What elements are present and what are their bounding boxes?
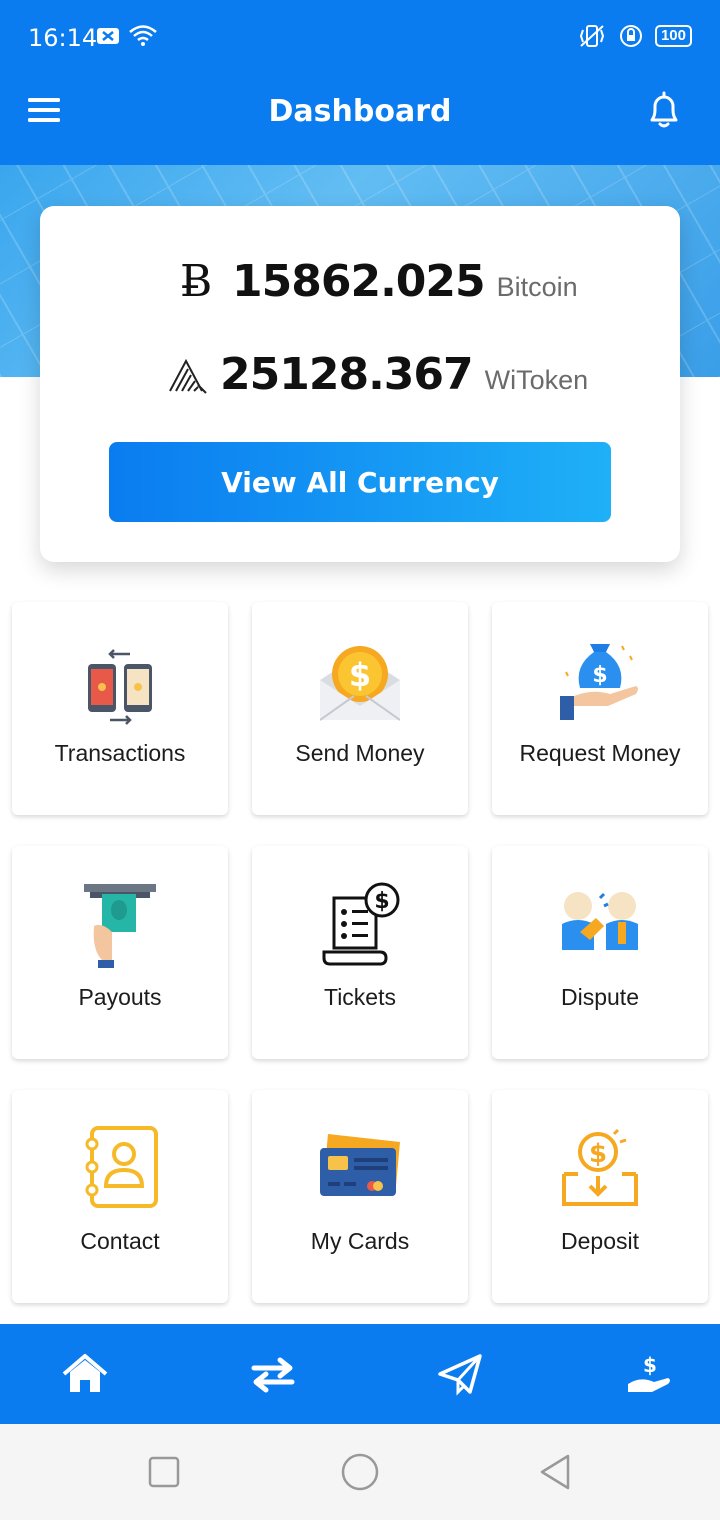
bitcoin-b-icon: Ƀ xyxy=(180,256,213,307)
status-bar: 16:14 100 xyxy=(0,0,720,72)
balance-unit: WiToken xyxy=(484,365,589,395)
balance-value: 25128.367 xyxy=(220,349,474,400)
svg-text:$: $ xyxy=(643,1353,657,1377)
home-icon[interactable] xyxy=(60,1352,110,1396)
page-title: Dashboard xyxy=(268,94,452,129)
transfer-icon[interactable] xyxy=(248,1352,298,1396)
request-icon[interactable]: $ xyxy=(624,1352,674,1396)
view-all-currency-button[interactable]: View All Currency xyxy=(109,442,611,522)
dispute-icon xyxy=(562,892,638,950)
witoken-icon xyxy=(169,358,207,394)
app-bar: Dashboard xyxy=(0,72,720,165)
tile-label: Contact xyxy=(80,1228,160,1254)
vibrate-icon xyxy=(579,25,605,47)
contact-icon xyxy=(85,1126,158,1208)
send-icon[interactable] xyxy=(436,1352,486,1396)
recents-icon[interactable] xyxy=(144,1452,184,1492)
balance-row-bitcoin: Ƀ 15862.025 Bitcoin xyxy=(180,256,578,307)
tile-send-money[interactable]: $ Send Money xyxy=(252,602,468,815)
tile-transactions[interactable]: Transactions xyxy=(12,602,228,815)
tile-label: Request Money xyxy=(519,740,681,766)
deposit-icon: $ xyxy=(562,1128,638,1206)
svg-text:$: $ xyxy=(374,889,389,914)
tile-tickets[interactable]: $ Tickets xyxy=(252,846,468,1059)
tile-label: Tickets xyxy=(324,984,396,1010)
svg-text:$: $ xyxy=(349,656,371,694)
tile-label: Deposit xyxy=(561,1228,639,1254)
tile-label: Send Money xyxy=(295,740,425,766)
payouts-icon xyxy=(84,884,156,968)
battery-indicator: 100 xyxy=(654,25,692,47)
tile-deposit[interactable]: $ Deposit xyxy=(492,1090,708,1303)
lock-rotation-icon xyxy=(619,25,642,47)
transactions-icon xyxy=(88,649,152,725)
my-cards-icon xyxy=(320,1134,400,1196)
balance-card: Ƀ 15862.025 Bitcoin 25128.367 WiToken Vi… xyxy=(40,206,680,562)
sim-icon xyxy=(97,28,119,44)
wifi-icon xyxy=(129,25,157,46)
balance-value: 15862.025 xyxy=(232,256,486,307)
tile-payouts[interactable]: Payouts xyxy=(12,846,228,1059)
back-icon[interactable] xyxy=(536,1452,576,1492)
balance-unit: Bitcoin xyxy=(496,272,578,302)
svg-text:$: $ xyxy=(589,1139,607,1169)
balance-row-witoken: 25128.367 WiToken xyxy=(168,349,588,400)
request-money-icon: $ xyxy=(560,644,638,720)
send-money-icon: $ xyxy=(320,646,400,721)
tile-request-money[interactable]: $ Request Money xyxy=(492,602,708,815)
tickets-icon: $ xyxy=(322,882,400,966)
bottom-nav: $ xyxy=(0,1324,720,1424)
tile-label: Payouts xyxy=(78,984,162,1010)
system-nav-bar xyxy=(0,1424,720,1520)
tile-label: My Cards xyxy=(310,1228,410,1254)
bell-icon[interactable] xyxy=(646,90,682,130)
tile-label: Transactions xyxy=(54,740,186,766)
home-circle-icon[interactable] xyxy=(340,1452,380,1492)
tile-my-cards[interactable]: My Cards xyxy=(252,1090,468,1303)
status-time: 16:14 xyxy=(28,24,98,52)
tile-label: Dispute xyxy=(561,984,639,1010)
svg-text:$: $ xyxy=(592,663,607,688)
tile-dispute[interactable]: Dispute xyxy=(492,846,708,1059)
tile-contact[interactable]: Contact xyxy=(12,1090,228,1303)
